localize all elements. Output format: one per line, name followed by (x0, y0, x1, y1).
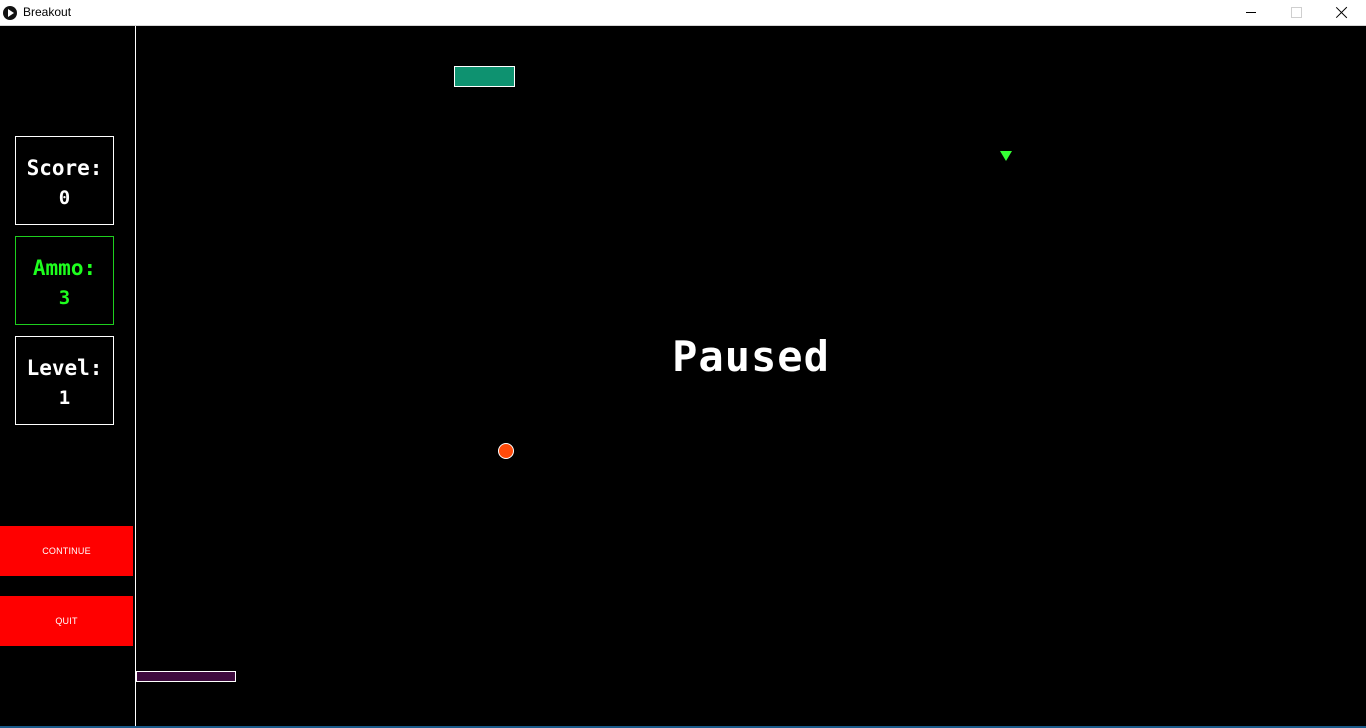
maximize-button[interactable] (1273, 0, 1319, 26)
level-panel: Level: 1 (15, 336, 114, 425)
paddle[interactable] (136, 671, 236, 682)
maximize-icon (1291, 7, 1302, 18)
brick (454, 66, 515, 87)
score-label: Score: (26, 156, 103, 180)
powerup-triangle-icon (1000, 151, 1012, 161)
window-title: Breakout (23, 5, 72, 19)
paused-label: Paused (672, 332, 830, 381)
ammo-panel: Ammo: 3 (15, 236, 114, 325)
level-value: 1 (58, 387, 71, 409)
quit-button[interactable]: QUIT (0, 596, 133, 646)
score-value: 0 (58, 187, 71, 209)
close-icon (1336, 6, 1348, 18)
title-bar: Breakout (0, 0, 1366, 26)
game-area[interactable]: Paused (136, 26, 1366, 728)
game-window: Breakout Score: 0 Ammo: 3 Level: 1 CONTI… (0, 0, 1366, 728)
ammo-value: 3 (58, 287, 71, 309)
continue-button[interactable]: CONTINUE (0, 526, 133, 576)
ball (498, 443, 514, 459)
level-label: Level: (26, 356, 103, 380)
score-panel: Score: 0 (15, 136, 114, 225)
minimize-icon (1246, 12, 1256, 13)
sidebar: Score: 0 Ammo: 3 Level: 1 CONTINUE QUIT (0, 26, 135, 728)
app-icon (3, 6, 17, 20)
minimize-button[interactable] (1228, 0, 1274, 26)
close-button[interactable] (1319, 0, 1365, 26)
ammo-label: Ammo: (32, 256, 97, 280)
